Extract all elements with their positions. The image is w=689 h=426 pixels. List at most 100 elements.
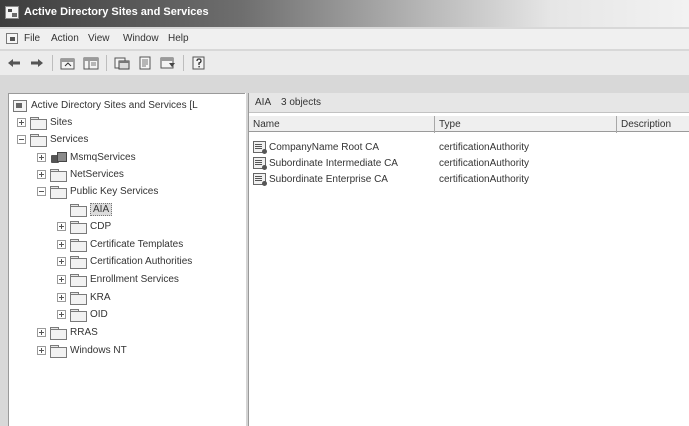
details-pane: AIA 3 objects Name Type Description Comp…	[249, 93, 689, 426]
list-item[interactable]: Subordinate Intermediate CA certificatio…	[249, 155, 689, 171]
folder-icon	[70, 308, 87, 322]
tree-node-cdp[interactable]: CDP	[57, 218, 111, 235]
tree-root-label: Active Directory Sites and Services [L	[31, 100, 198, 111]
expand-icon[interactable]	[57, 240, 66, 249]
folder-icon	[70, 255, 87, 269]
folder-icon	[30, 133, 47, 147]
refresh-icon	[160, 57, 175, 69]
forward-button[interactable]	[28, 54, 46, 72]
folder-icon	[50, 326, 67, 340]
expand-icon[interactable]	[37, 153, 46, 162]
tree-node-label: Sites	[50, 117, 73, 128]
up-level-button[interactable]	[58, 54, 78, 72]
expand-icon[interactable]	[57, 275, 66, 284]
tree-node-windows-nt[interactable]: Windows NT	[37, 342, 127, 359]
toolbar-separator	[106, 55, 107, 71]
list-item-name-cell: Subordinate Enterprise CA	[253, 173, 388, 186]
menu-file[interactable]: File	[24, 33, 40, 44]
tree-node-netservices[interactable]: NetServices	[37, 166, 124, 183]
tree-node-public-key-services[interactable]: Public Key Services	[37, 183, 158, 200]
expand-icon[interactable]	[37, 328, 46, 337]
folder-icon	[70, 291, 87, 305]
collapse-icon[interactable]	[37, 187, 46, 196]
list-item-name-cell: Subordinate Intermediate CA	[253, 157, 398, 170]
tree-node-rras[interactable]: RRAS	[37, 324, 98, 341]
expand-icon[interactable]	[57, 293, 66, 302]
show-hide-tree-icon	[83, 57, 99, 70]
tree-node-msmqservices[interactable]: MsmqServices	[37, 149, 136, 166]
console-tree[interactable]: Active Directory Sites and Services [L S…	[8, 93, 245, 426]
list-item[interactable]: Subordinate Enterprise CA certificationA…	[249, 171, 689, 187]
tree-node-certification-authorities[interactable]: Certification Authorities	[57, 253, 192, 270]
menu-window[interactable]: Window	[123, 33, 159, 44]
folder-icon	[70, 203, 87, 217]
show-hide-tree-button[interactable]	[81, 54, 101, 72]
certificate-icon	[253, 157, 267, 170]
list-item-name: CompanyName Root CA	[269, 141, 380, 153]
back-button[interactable]	[5, 54, 23, 72]
tree-node-label: Certificate Templates	[90, 239, 184, 250]
menu-view[interactable]: View	[88, 33, 110, 44]
menu-action[interactable]: Action	[51, 33, 79, 44]
menu-help[interactable]: Help	[168, 33, 189, 44]
expand-icon[interactable]	[17, 118, 26, 127]
column-header-row: Name Type Description	[249, 115, 689, 133]
tree-node-sites[interactable]: Sites	[17, 114, 72, 131]
column-header-type[interactable]: Type	[435, 116, 617, 133]
list-item-name-cell: CompanyName Root CA	[253, 141, 380, 154]
tree-node-services[interactable]: Services	[17, 131, 88, 148]
list-item-name: Subordinate Enterprise CA	[269, 173, 388, 185]
msmq-services-icon	[50, 151, 67, 164]
tree-node-certificate-templates[interactable]: Certificate Templates	[57, 236, 183, 253]
export-list-button[interactable]	[135, 54, 155, 72]
back-arrow-icon	[8, 59, 20, 67]
tree-node-label: OID	[90, 309, 108, 320]
folder-icon	[30, 116, 47, 130]
title-bar[interactable]: Active Directory Sites and Services	[0, 0, 689, 27]
expand-icon[interactable]	[57, 222, 66, 231]
tree-node-label: NetServices	[70, 169, 124, 180]
list-item-name: Subordinate Intermediate CA	[269, 157, 398, 169]
tree-node-label: Windows NT	[70, 345, 127, 356]
current-container-label: AIA	[255, 97, 272, 108]
list-item-type: certificationAuthority	[439, 158, 530, 169]
sites-services-snapin-icon	[13, 99, 27, 112]
toolbar	[0, 51, 689, 75]
object-count: 3 objects	[281, 97, 322, 108]
details-header: AIA 3 objects	[249, 93, 689, 113]
tree-node-enrollment-services[interactable]: Enrollment Services	[57, 271, 179, 288]
expand-icon[interactable]	[37, 346, 46, 355]
child-window-icon[interactable]	[6, 33, 18, 44]
toolbar-separator	[52, 55, 53, 71]
expand-icon[interactable]	[57, 310, 66, 319]
refresh-button[interactable]	[158, 54, 178, 72]
list-item[interactable]: CompanyName Root CA certificationAuthori…	[249, 139, 689, 155]
tree-node-kra[interactable]: KRA	[57, 289, 111, 306]
list-item-type: certificationAuthority	[439, 142, 530, 153]
tree-node-aia[interactable]: AIA	[57, 201, 113, 218]
folder-icon	[50, 344, 67, 358]
tree-node-label: CDP	[90, 221, 112, 232]
folder-icon	[50, 185, 67, 199]
tree-root[interactable]: Active Directory Sites and Services [L	[13, 97, 198, 114]
tree-node-oid[interactable]: OID	[57, 306, 108, 323]
expand-icon[interactable]	[57, 257, 66, 266]
app-icon[interactable]	[5, 6, 19, 19]
export-list-icon	[139, 56, 151, 70]
help-icon	[192, 56, 205, 70]
properties-icon	[114, 57, 130, 70]
properties-button[interactable]	[112, 54, 132, 72]
collapse-icon[interactable]	[17, 135, 26, 144]
column-header-description[interactable]: Description	[617, 116, 689, 133]
folder-icon	[70, 220, 87, 234]
help-button[interactable]	[189, 54, 209, 72]
tree-node-label: Certification Authorities	[90, 256, 193, 267]
tree-node-label: Enrollment Services	[90, 274, 179, 285]
up-level-icon	[60, 58, 75, 70]
folder-icon	[70, 273, 87, 287]
folder-icon	[50, 168, 67, 182]
expand-icon[interactable]	[37, 170, 46, 179]
column-header-name[interactable]: Name	[249, 116, 435, 133]
certificate-icon	[253, 141, 267, 154]
